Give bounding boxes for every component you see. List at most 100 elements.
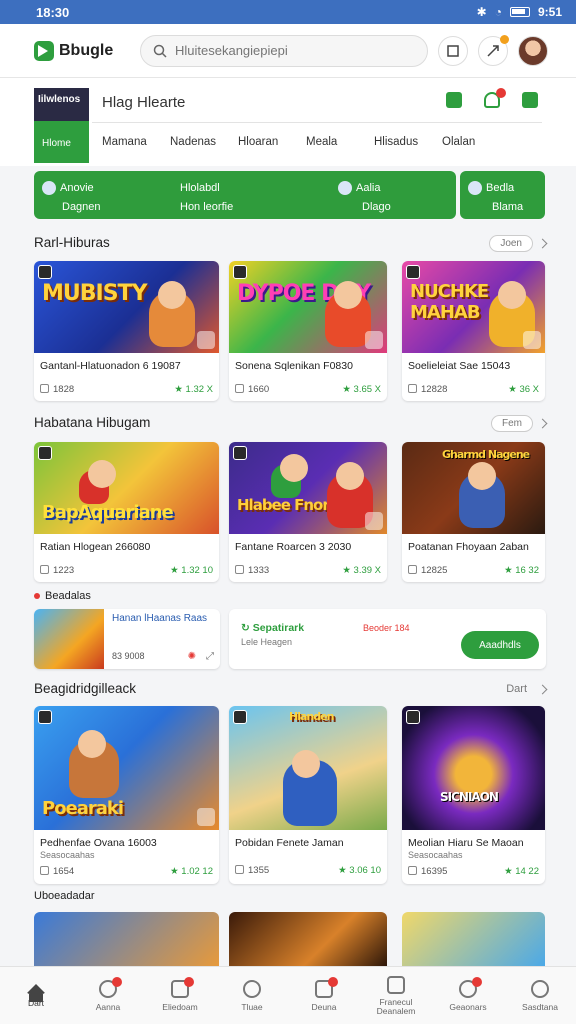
tab-5[interactable]: Hlisadus	[374, 136, 442, 148]
nav-item-friends[interactable]: Geaonars	[432, 967, 504, 1024]
mini-game-card[interactable]: Hanan lHaanas Raas 83 9008 ✺ ⤢	[34, 609, 220, 669]
game-card[interactable]: SICNIAON Meolian Hiaru Se Maoan Seasocaa…	[402, 706, 545, 884]
promo-sub: Dlago	[362, 201, 391, 213]
game-art-title: SICNIAON	[440, 790, 499, 804]
recommend-card[interactable]: ↻ Sepatirark Lele Heagen Beoder 184 Aaad…	[229, 609, 546, 669]
nav-item-library[interactable]: Eliedoam	[144, 967, 216, 1024]
game-meta: 1333 ★ 3.39 X	[229, 553, 387, 576]
character-art	[149, 281, 195, 347]
recommend-name-text: Sepatirark	[252, 622, 305, 634]
download-icon[interactable]	[522, 92, 538, 108]
rating: ★ 36 X	[508, 384, 539, 395]
promo-side-banner[interactable]: Bedla Blama	[460, 171, 545, 219]
game-card[interactable]: DYPOE DOY Sonena Sqlenikan F0830 1660 ★ 3…	[229, 261, 387, 401]
promo-label: Hlolabdl	[180, 182, 220, 194]
profile-icon[interactable]	[484, 88, 506, 108]
nav-item-games[interactable]: Aanna	[72, 967, 144, 1024]
nav-item-home[interactable]: Dart	[0, 967, 72, 1024]
users-icon	[235, 384, 244, 393]
tab-4[interactable]: Meala	[306, 136, 374, 148]
game-name: Fantane Roarcen 3 2030	[235, 541, 352, 553]
game-name: Sonena Sqlenikan F0830	[235, 360, 353, 372]
tab-2[interactable]: Nadenas	[170, 136, 238, 148]
library-icon	[447, 44, 459, 57]
promo-sub: Hon leorfie	[180, 201, 234, 213]
search-input[interactable]	[175, 43, 405, 58]
game-thumbnail-peek[interactable]	[402, 912, 545, 968]
section-title: Rarl-Hiburas	[34, 235, 110, 250]
rating-value: 36 X	[519, 384, 539, 395]
users-icon	[408, 866, 417, 875]
nav-badge	[112, 976, 122, 987]
game-card[interactable]: NUCHKE MAHAB Soelieleiat Sae 15043 12828…	[402, 261, 545, 401]
mini-game-title: Hanan lHaanas Raas	[112, 613, 208, 624]
joystick-icon[interactable]: ✺	[188, 651, 196, 662]
bluetooth-icon: ✱	[476, 5, 487, 19]
page-title: Hlag Hlearte	[102, 94, 186, 111]
brand-tab[interactable]: Iilwlenos Hlome	[34, 88, 89, 163]
nav-item-store[interactable]: Franecul Deanalem	[360, 967, 432, 1024]
promo-col-3: Aalia Dlago	[338, 179, 391, 217]
promo-sub: Dagnen	[62, 201, 101, 213]
promo-banner[interactable]: Anovie Dagnen Hlolabdl Hon leorfie Aalia…	[34, 171, 456, 219]
rating: ★ 14 22	[504, 866, 539, 877]
user-count: 12825	[421, 565, 448, 576]
nav-item-messages[interactable]: Deuna	[288, 967, 360, 1024]
search-bar[interactable]	[140, 34, 428, 67]
game-card[interactable]: Gharmd Nagene Poatanan Fhoyaan 2aban 128…	[402, 442, 545, 582]
grid-icon[interactable]	[446, 92, 462, 108]
live-dot-icon	[34, 593, 40, 599]
character-art	[79, 460, 116, 504]
game-badge-icon	[38, 265, 52, 279]
rating: ★ 16 32	[504, 565, 539, 576]
promo-label: Anovie	[60, 182, 94, 194]
nav-item-explore[interactable]: Tluae	[216, 967, 288, 1024]
character-art	[69, 730, 119, 798]
see-all-button[interactable]: Joen	[489, 235, 548, 252]
library-button[interactable]	[438, 35, 468, 66]
tab-6[interactable]: Olalan	[442, 136, 510, 148]
game-art-title: Poearaki	[42, 798, 124, 819]
notification-icon	[487, 44, 499, 57]
game-thumbnail-peek[interactable]	[34, 912, 219, 968]
see-all-button[interactable]: Dart	[506, 683, 548, 695]
game-thumbnail: DYPOE DOY	[229, 261, 387, 353]
recommend-price: Beoder 184	[363, 623, 410, 633]
nav-label: Eliedoam	[162, 1001, 198, 1012]
promo-label: Aalia	[356, 182, 381, 194]
game-meta: 1828 ★ 1.32 X	[34, 372, 219, 395]
store-icon	[387, 975, 405, 994]
tab-1[interactable]: Mamana	[102, 136, 170, 148]
alert-badge	[496, 88, 506, 98]
notifications-button[interactable]	[478, 34, 509, 66]
rating: ★ 1.02 12	[170, 866, 213, 877]
nav-label: Deuna	[311, 1001, 337, 1012]
nav-item-profile[interactable]: Sasdtana	[504, 967, 576, 1024]
wifi-icon: ◔	[494, 5, 502, 19]
header-actions	[446, 88, 538, 108]
game-card[interactable]: Hlabee Fnonsis Fantane Roarcen 3 2030 13…	[229, 442, 387, 582]
tab-3[interactable]: Hloaran	[238, 136, 306, 148]
promo-col-1: Anovie Dagnen	[42, 179, 101, 217]
see-all-button[interactable]: Fem	[491, 415, 548, 432]
game-badge-icon	[233, 265, 247, 279]
users-icon	[40, 565, 49, 574]
game-badge-icon	[38, 446, 52, 460]
app-logo[interactable]: Bbugle	[34, 40, 130, 61]
top-app-bar: Bbugle	[0, 24, 576, 78]
game-card[interactable]: Poearaki Pedhenfae Ovana 16003 Seasocaah…	[34, 706, 219, 884]
users-icon	[40, 866, 49, 875]
game-card[interactable]: Hlanden Pobidan Fenete Jaman 1355 ★ 3.06 …	[229, 706, 387, 884]
expand-icon[interactable]: ⤢	[206, 651, 214, 662]
game-card[interactable]: MUBISTY Gantanl-Hlatuonadon 6 19087 1828…	[34, 261, 219, 401]
game-card[interactable]: BapAquariane Ratian Hlogean 266080 1223 ★…	[34, 442, 219, 582]
game-thumbnail-peek[interactable]	[229, 912, 387, 968]
play-icon	[365, 512, 383, 530]
store-header: Iilwlenos Hlome Hlag Hlearte Mamana Nade…	[0, 78, 576, 166]
avatar[interactable]	[518, 35, 548, 66]
install-button[interactable]: Aaadhdls	[461, 631, 539, 659]
game-art-title: Gharmd Nagene	[442, 448, 530, 461]
battery-icon	[509, 7, 530, 17]
section-title: Habatana Hibugam	[34, 415, 151, 430]
user-count: 1355	[248, 865, 270, 876]
